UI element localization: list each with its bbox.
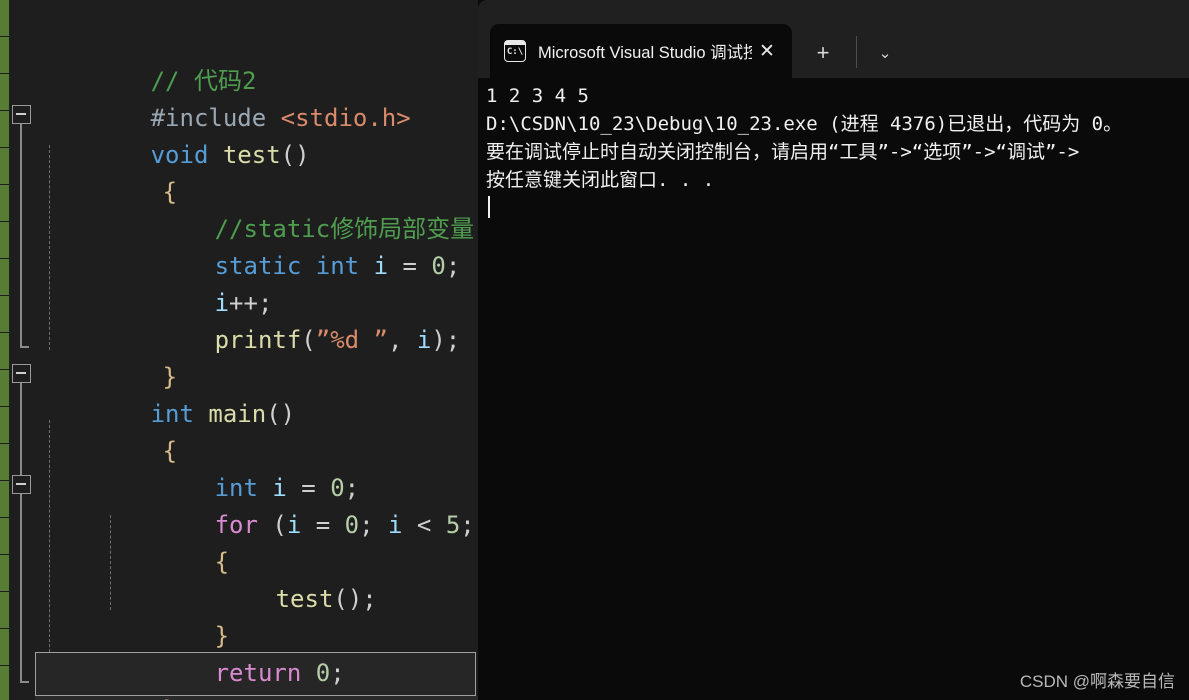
csdn-watermark: CSDN @啊森要自信 — [1019, 672, 1175, 691]
code-text-layer[interactable]: // 代码2 #include <stdio.h> void test() { … — [35, 0, 478, 700]
change-margin-segment — [0, 370, 9, 407]
code-line-13: for (i = 0; i < 5; i++) — [214, 511, 475, 539]
change-margin-segment — [0, 629, 9, 666]
fold-region-foot-test — [20, 346, 29, 348]
code-token-function-name: test — [222, 141, 281, 169]
close-icon[interactable]: ✕ — [752, 36, 782, 66]
code-line-17: return 0; — [214, 659, 345, 687]
change-margin-segment — [0, 185, 9, 222]
fold-toggle-for-loop[interactable] — [12, 475, 31, 494]
change-margin-segment — [0, 444, 9, 481]
code-line-5: //static修饰局部变量 — [99, 174, 475, 243]
code-line-8: printf(”%d ”, i); — [214, 326, 461, 354]
code-token-variable: i — [286, 511, 302, 539]
change-margin-segment — [0, 37, 9, 74]
code-line-14: { — [99, 507, 229, 576]
console-output-line: D:\CSDN\10_23\Debug\10_23.exe (进程 4376)已… — [486, 113, 1123, 135]
change-tracking-margin — [0, 0, 9, 700]
code-line-9: } — [47, 322, 177, 391]
code-token-keyword: int — [315, 252, 360, 280]
code-line-16: } — [99, 581, 229, 650]
change-margin-segment — [0, 666, 9, 700]
fold-region-foot-main — [20, 681, 29, 683]
change-margin-segment — [0, 555, 9, 592]
change-margin-segment — [0, 481, 9, 518]
code-token-keyword: return — [214, 659, 302, 687]
console-tab-active[interactable]: C:\ Microsoft Visual Studio 调试控 ✕ — [490, 24, 792, 78]
change-margin-segment — [0, 259, 9, 296]
code-token-string: ”%d ” — [315, 326, 388, 354]
change-margin-segment — [0, 333, 9, 370]
code-editor-pane[interactable]: // 代码2 #include <stdio.h> void test() { … — [0, 0, 478, 700]
code-line-18: } — [47, 655, 177, 700]
tab-strip-divider — [856, 36, 857, 68]
code-line-15: test(); — [275, 585, 377, 613]
console-output-line: 1 2 3 4 5 — [486, 85, 589, 107]
console-icon: C:\ — [504, 40, 526, 62]
console-icon-glyph: C:\ — [506, 47, 524, 57]
change-margin-segment — [0, 592, 9, 629]
code-token-variable: i — [373, 252, 389, 280]
new-tab-icon[interactable]: + — [808, 38, 838, 68]
code-line-3: void test() — [150, 141, 310, 169]
change-margin-segment — [0, 296, 9, 333]
code-token-number: 0 — [431, 252, 446, 280]
code-line-7: i++; — [214, 289, 273, 317]
code-token-number: 5 — [445, 511, 461, 539]
code-line-1: // 代码2 — [35, 26, 257, 95]
code-token-function-name: main — [208, 400, 267, 428]
code-token-number: 0 — [315, 659, 331, 687]
code-token-function-call: printf — [214, 326, 302, 354]
code-line-10: int main() — [150, 400, 296, 428]
change-margin-segment — [0, 0, 9, 37]
console-output-line: 要在调试停止时自动关闭控制台，请启用“工具”->“选项”->“调试”-> — [486, 141, 1080, 163]
console-output-line: 按任意键关闭此窗口. . . — [486, 169, 715, 191]
code-line-11: { — [47, 396, 177, 465]
code-token-brace: } — [163, 696, 177, 700]
outlining-margin[interactable] — [9, 0, 35, 700]
console-caret — [488, 196, 490, 218]
change-margin-segment — [0, 74, 9, 111]
change-margin-segment — [0, 111, 9, 148]
fold-toggle-int-main[interactable] — [12, 364, 31, 383]
code-line-2: #include <stdio.h> — [35, 63, 411, 132]
code-line-12: int i = 0; — [214, 474, 360, 502]
debug-console-window: C:\ Microsoft Visual Studio 调试控 ✕ + ⌄ 1 … — [478, 0, 1189, 700]
chevron-down-icon[interactable]: ⌄ — [870, 40, 900, 66]
change-margin-segment — [0, 407, 9, 444]
code-line-6: static int i = 0; — [214, 252, 461, 280]
screenshot-root: // 代码2 #include <stdio.h> void test() { … — [0, 0, 1189, 700]
console-tab-strip: C:\ Microsoft Visual Studio 调试控 ✕ + ⌄ — [478, 0, 1189, 78]
change-margin-segment — [0, 518, 9, 555]
code-token-variable: i — [416, 326, 432, 354]
code-token-function-call: test — [275, 585, 334, 613]
code-line-4: { — [47, 137, 177, 206]
console-tab-title: Microsoft Visual Studio 调试控 — [538, 44, 752, 62]
console-output-area[interactable]: 1 2 3 4 5 D:\CSDN\10_23\Debug\10_23.exe … — [478, 78, 1189, 700]
code-token-number: 0 — [344, 511, 360, 539]
fold-region-line-main — [20, 383, 22, 683]
change-margin-segment — [0, 148, 9, 185]
fold-region-line-test — [20, 124, 22, 348]
change-margin-segment — [0, 222, 9, 259]
code-token-variable: i — [388, 511, 403, 539]
fold-toggle-void-test[interactable] — [12, 105, 31, 124]
